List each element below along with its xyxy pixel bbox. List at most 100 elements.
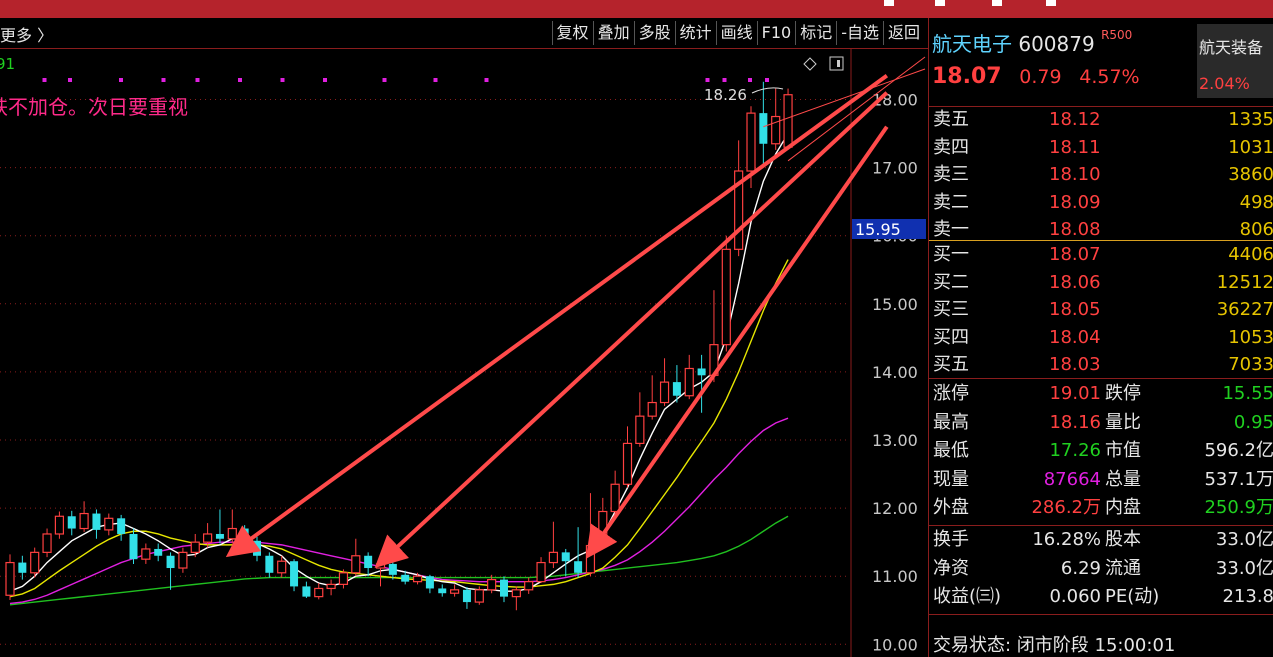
window-control-icon[interactable] [884, 0, 894, 6]
signal-dot [68, 78, 72, 82]
stock-name: 航天电子 [932, 32, 1012, 56]
more-menu[interactable]: 更多 〉 [0, 22, 53, 46]
signal-dot [748, 78, 752, 82]
stat-row: 净资 6.29 流通 33.0亿 [929, 555, 1273, 584]
stat-label: 跌停 [1105, 383, 1141, 404]
candle [314, 583, 324, 600]
signal-dot [705, 78, 710, 82]
signal-dot [119, 78, 123, 82]
stat-value: 15.55 [1222, 383, 1273, 404]
order-book-row: 买五 18.03 7033 [929, 351, 1273, 379]
level-volume: 36227 [1216, 299, 1273, 320]
panel-toggle-icon[interactable] [829, 56, 844, 71]
level-label: 卖三 [933, 164, 969, 185]
candle [364, 552, 373, 577]
ask-book: 卖五 18.12 1335 卖四 18.11 1031 卖三 18.10 3860 卖二 18.09… [929, 106, 1273, 244]
high-marker-pointer [751, 87, 784, 94]
stat-label: 外盘 [933, 497, 969, 518]
bid-book: 买一 18.07 4406 买二 18.06 12512 买三 18.05 36227 买四 18.… [929, 241, 1273, 379]
ma20-line [9, 417, 789, 605]
signal-dot [280, 78, 285, 82]
stat-label: 现量 [933, 468, 969, 490]
window-control-icon[interactable] [935, 0, 945, 6]
level-label: 卖五 [933, 109, 969, 130]
level-price: 18.04 [1049, 326, 1101, 348]
y-tick-label: 15.00 [872, 295, 918, 314]
candle [42, 528, 52, 558]
toolbar-button[interactable]: 复权 [551, 21, 593, 45]
y-tick-label: 12.00 [872, 499, 918, 518]
stat-label: 量比 [1105, 411, 1141, 433]
candle [338, 569, 349, 589]
level-volume: 4406 [1228, 244, 1273, 265]
kline-chart[interactable]: 18.0017.0016.0015.0014.0013.0012.0011.00… [0, 49, 928, 657]
level-label: 买四 [933, 326, 969, 348]
candle [351, 538, 361, 577]
toolbar-buttons: 复权 叠加 多股 统计 画线 F10 标记 -自选 返回 [551, 21, 924, 45]
strategy-note: 跌不加仓。次日要重视 [0, 95, 188, 119]
level-volume: 498 [1239, 191, 1273, 213]
toolbar-button[interactable]: 返回 [882, 21, 924, 45]
candle [253, 536, 261, 562]
candle [54, 511, 65, 539]
stock-code: 600879 [1018, 32, 1095, 56]
level-label: 买五 [933, 354, 969, 375]
candle [178, 547, 188, 573]
toolbar-button[interactable]: 叠加 [592, 21, 634, 45]
divider [929, 614, 1273, 615]
y-tick-label: 14.00 [872, 363, 918, 382]
ma5-line [9, 133, 789, 592]
sector-box[interactable]: 航天装备 2.04% [1197, 24, 1273, 98]
candle [536, 557, 546, 584]
stat-label: 涨停 [933, 383, 969, 404]
annotation-arrow[interactable] [225, 74, 889, 558]
window-control-icon[interactable] [1046, 0, 1056, 6]
stat-row: 现量 87664 总量 537.1万 [929, 466, 1273, 495]
toolbar-button[interactable]: 画线 [715, 21, 757, 45]
candle [548, 521, 559, 569]
level-volume: 806 [1239, 219, 1273, 240]
stat-label: 换手 [933, 529, 969, 550]
y-tick-label: 11.00 [872, 567, 918, 586]
stat-value: 250.9万 [1204, 497, 1273, 518]
candle [450, 584, 460, 597]
candle [524, 577, 534, 594]
toolbar-button[interactable]: 多股 [633, 21, 675, 45]
level-volume: 7033 [1228, 354, 1273, 375]
stat-value: 33.0亿 [1215, 529, 1273, 550]
toolbar-button[interactable]: F10 [756, 21, 796, 45]
signal-dot [765, 78, 769, 82]
price-change-pct: 4.57% [1079, 66, 1140, 88]
candle [104, 513, 114, 536]
toolbar-button[interactable]: 标记 [795, 21, 836, 45]
toolbar-button[interactable]: -自选 [836, 21, 883, 45]
stock-title[interactable]: 航天电子 600879 R500 [932, 28, 1132, 57]
stat-value: 16.28% [1032, 529, 1101, 550]
diamond-icon[interactable] [803, 57, 817, 71]
price-tag: 15.95 [855, 220, 901, 239]
signal-dot [722, 78, 727, 82]
candle [117, 514, 126, 541]
stat-row: 最高 18.16 量比 0.95 [929, 409, 1273, 438]
stat-label: 内盘 [1105, 497, 1141, 518]
stat-value: 19.01 [1049, 383, 1101, 404]
level-price: 18.07 [1049, 244, 1101, 265]
window-control-icon[interactable] [992, 0, 1002, 6]
signal-dot [382, 78, 387, 82]
order-book-row: 买二 18.06 12512 [929, 269, 1273, 297]
stat-label: 流通 [1105, 557, 1141, 579]
candle [759, 81, 768, 167]
order-book-row: 卖二 18.09 498 [929, 189, 1273, 217]
level-price: 18.05 [1049, 299, 1101, 320]
last-price: 18.07 [932, 64, 1002, 89]
candle [659, 358, 670, 406]
signal-dot [161, 78, 166, 82]
candle [129, 528, 138, 564]
candle [67, 510, 76, 536]
order-book-row: 买四 18.04 1053 [929, 324, 1273, 352]
divider [929, 378, 1273, 379]
y-tick-label: 13.00 [872, 431, 918, 450]
toolbar-button[interactable]: 统计 [674, 21, 716, 45]
stat-row: 最低 17.26 市值 596.2亿 [929, 437, 1273, 466]
level-label: 卖四 [933, 136, 969, 158]
